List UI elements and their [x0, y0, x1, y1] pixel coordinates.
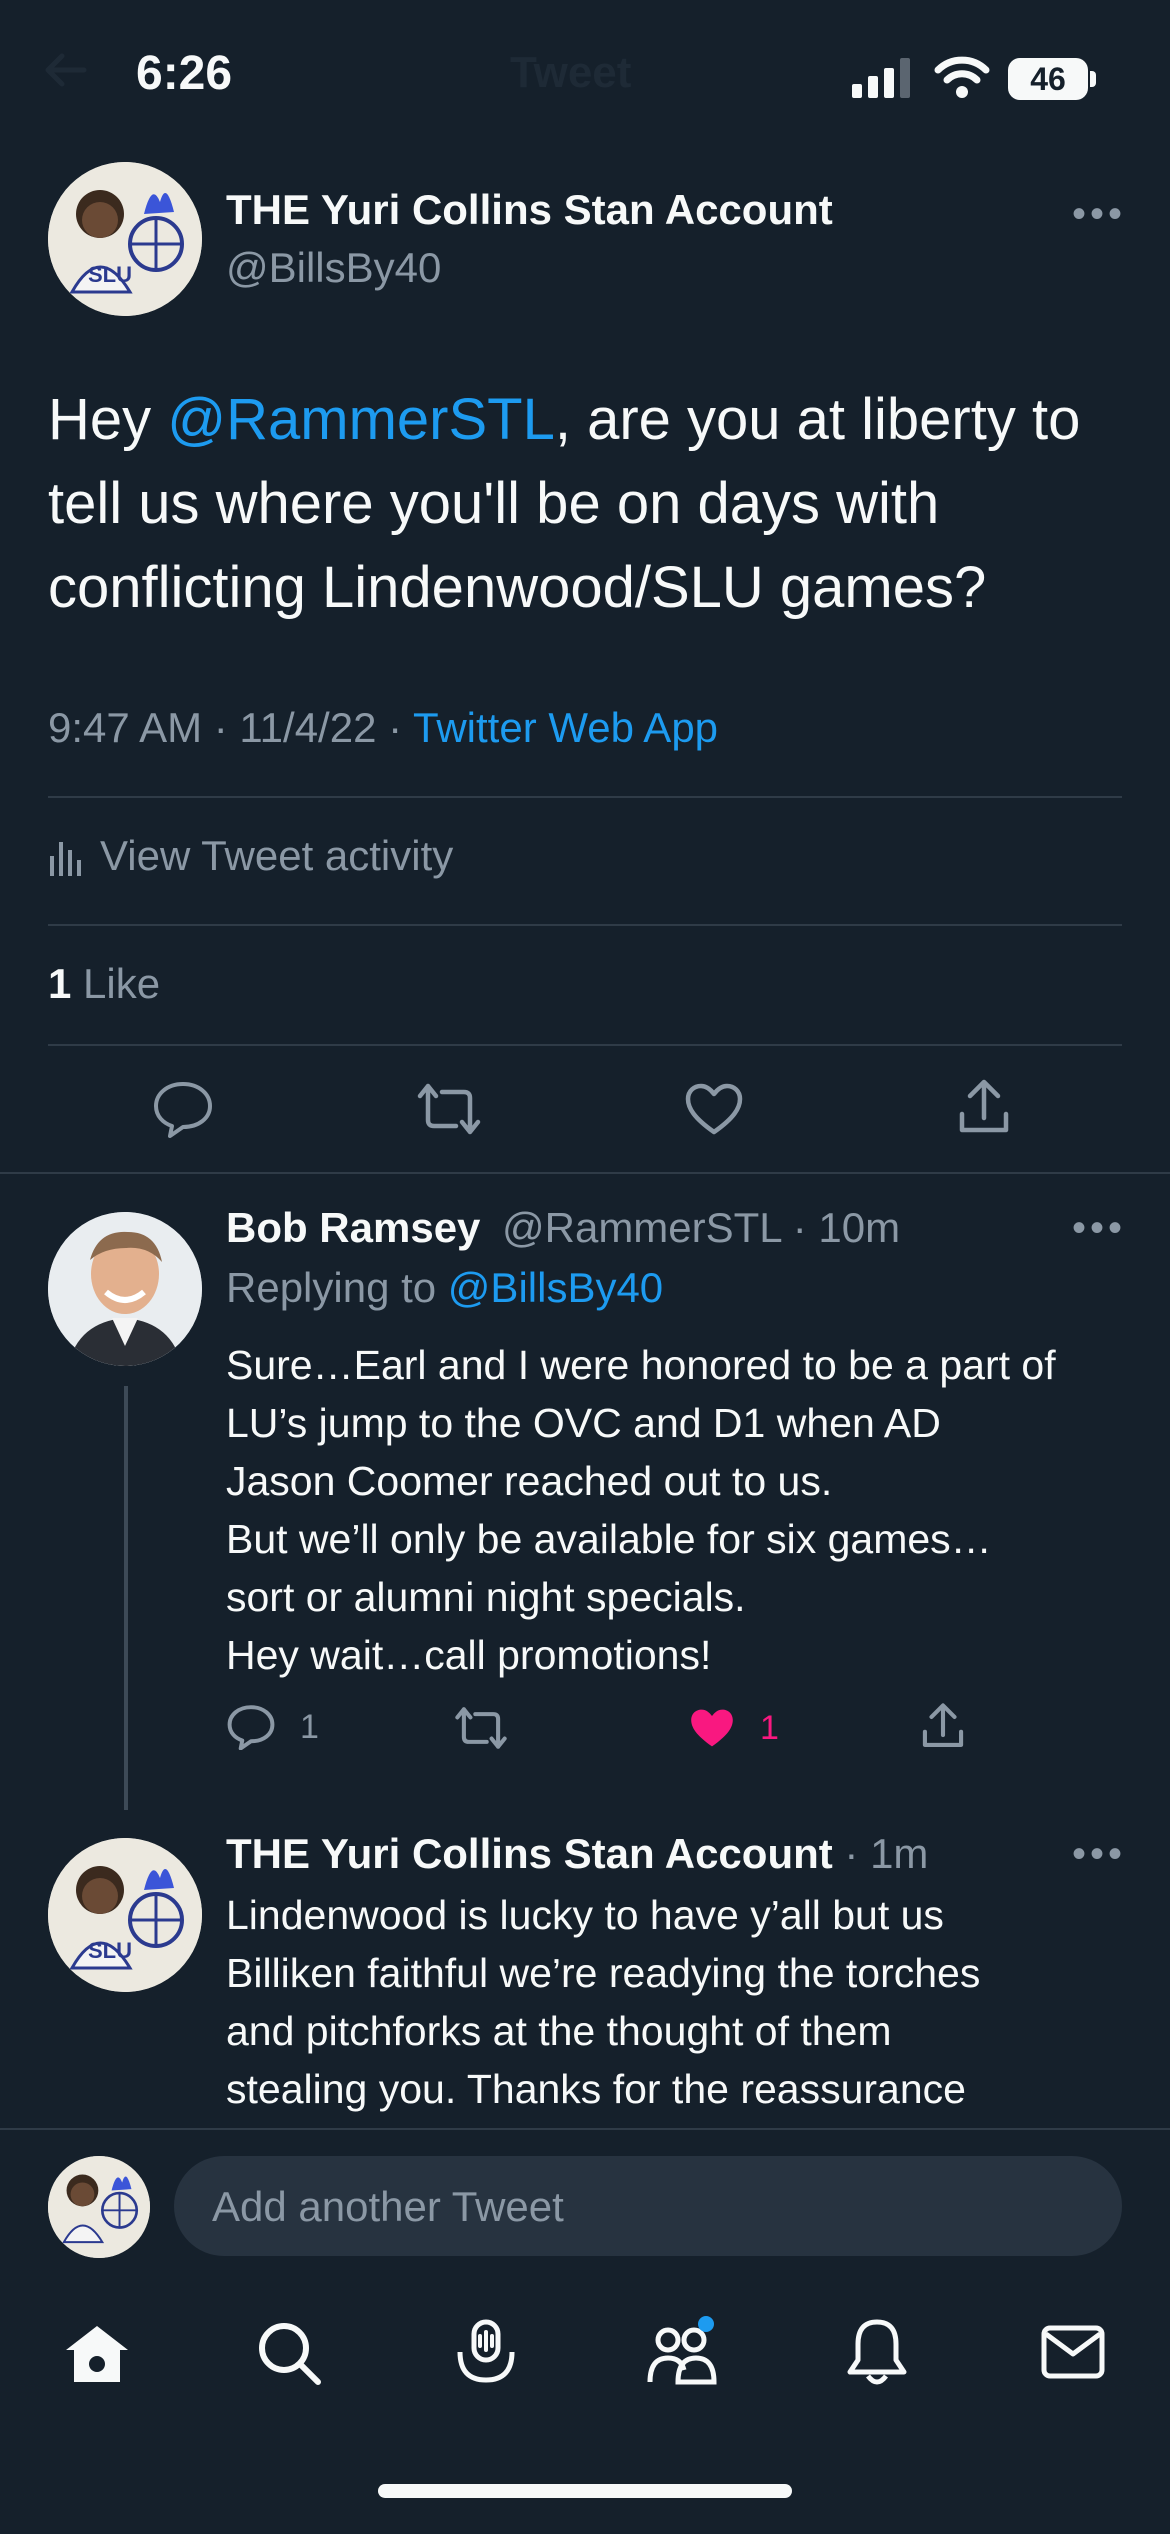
- tweet-text: Hey @RammerSTL, are you at liberty to te…: [48, 378, 1128, 630]
- tweet-time: 9:47 AM · 11/4/22 ·: [48, 704, 413, 751]
- reply-text-line: Sure…Earl and I were honored to be a par…: [226, 1342, 1056, 1388]
- reply-handle-time[interactable]: @RammerSTL · 10m: [502, 1204, 900, 1252]
- more-options-icon[interactable]: •••: [1072, 1832, 1126, 1877]
- cellular-signal-icon: [852, 58, 912, 98]
- spaces-icon[interactable]: [452, 2318, 520, 2388]
- likes-count-row[interactable]: 1 Like: [48, 960, 160, 1008]
- svg-text:SLU: SLU: [88, 262, 132, 287]
- reply-tweet[interactable]: Bob Ramsey @RammerSTL · 10m ••• Replying…: [0, 1190, 1170, 1810]
- retweet-icon[interactable]: [454, 1706, 508, 1750]
- reply-like-count: 1: [760, 1708, 779, 1747]
- status-time: 6:26: [136, 47, 233, 100]
- author-avatar[interactable]: SLU: [48, 162, 202, 316]
- reply-time: · 1m: [832, 1830, 929, 1877]
- reply-icon: [226, 1704, 276, 1750]
- like-icon[interactable]: [684, 1082, 744, 1136]
- reply-text-line: and pitchforks at the thought of them: [226, 2008, 892, 2054]
- battery-icon: 46: [1008, 58, 1088, 100]
- reply-text-line: Billiken faithful we’re readying the tor…: [226, 1950, 981, 1996]
- battery-tip: [1090, 71, 1096, 87]
- notifications-icon[interactable]: [846, 2318, 908, 2386]
- view-tweet-activity[interactable]: View Tweet activity: [48, 832, 453, 880]
- retweet-icon[interactable]: [416, 1082, 482, 1136]
- replying-to-label: Replying to: [226, 1264, 448, 1311]
- activity-label: View Tweet activity: [100, 832, 454, 879]
- divider: [0, 1172, 1170, 1174]
- reply-text: Lindenwood is lucky to have y’all but us…: [226, 1886, 980, 2118]
- reply-text-line: But we’ll only be available for six game…: [226, 1516, 992, 1562]
- page-title: Tweet: [510, 48, 632, 97]
- reply-text-line: Lindenwood is lucky to have y’all but us: [226, 1892, 944, 1938]
- add-tweet-input[interactable]: [210, 2156, 1094, 2258]
- mention-link[interactable]: @RammerSTL: [167, 387, 555, 452]
- communities-icon[interactable]: [644, 2316, 720, 2388]
- svg-text:SLU: SLU: [88, 1938, 132, 1963]
- reply-text-line: sort or alumni night specials.: [226, 1574, 746, 1620]
- share-icon[interactable]: [920, 1702, 966, 1750]
- messages-icon[interactable]: [1040, 2324, 1106, 2380]
- home-icon[interactable]: [62, 2322, 132, 2386]
- search-icon[interactable]: [256, 2320, 322, 2386]
- author-name[interactable]: THE Yuri Collins Stan Account: [226, 186, 833, 234]
- reply-composer[interactable]: [174, 2156, 1122, 2258]
- share-icon[interactable]: [956, 1078, 1012, 1136]
- reply-count: 1: [300, 1707, 319, 1746]
- more-options-icon[interactable]: •••: [1072, 1206, 1126, 1251]
- reply-avatar[interactable]: [48, 1212, 202, 1366]
- reply-text: Sure…Earl and I were honored to be a par…: [226, 1336, 1056, 1684]
- divider: [48, 924, 1122, 926]
- liked-heart-icon: [688, 1706, 736, 1750]
- wifi-icon: [934, 56, 990, 98]
- back-arrow-icon[interactable]: [40, 50, 88, 90]
- tweet-timestamp: 9:47 AM · 11/4/22 · Twitter Web App: [48, 704, 718, 752]
- divider: [48, 796, 1122, 798]
- reply-tweet[interactable]: SLU THE Yuri Collins Stan Account · 1m •…: [0, 1818, 1170, 2130]
- reply-avatar[interactable]: SLU: [48, 1838, 202, 1992]
- tweet-text-start: Hey: [48, 387, 168, 452]
- reply-author-name[interactable]: THE Yuri Collins Stan Account: [226, 1830, 833, 1877]
- reply-text-line: Hey wait…call promotions!: [226, 1632, 712, 1678]
- thread-line: [124, 1386, 128, 1810]
- reply-author-name[interactable]: Bob Ramsey: [226, 1204, 480, 1252]
- activity-chart-icon: [48, 836, 84, 876]
- home-indicator[interactable]: [378, 2484, 792, 2498]
- replying-to-link[interactable]: @BillsBy40: [448, 1264, 663, 1311]
- like-label: Like: [71, 960, 161, 1007]
- composer-avatar: [48, 2156, 150, 2258]
- reply-text-line: Jason Coomer reached out to us.: [226, 1458, 833, 1504]
- tweet-source-link[interactable]: Twitter Web App: [413, 704, 718, 751]
- more-options-icon[interactable]: •••: [1072, 192, 1126, 237]
- divider: [48, 1044, 1122, 1046]
- like-action[interactable]: 1: [688, 1706, 779, 1750]
- reply-text-line: LU’s jump to the OVC and D1 when AD: [226, 1400, 941, 1446]
- reply-text-line: stealing you. Thanks for the reassurance: [226, 2066, 966, 2112]
- replying-to: Replying to @BillsBy40: [226, 1264, 663, 1312]
- like-count: 1: [48, 960, 72, 1007]
- author-handle[interactable]: @BillsBy40: [226, 244, 441, 292]
- reply-icon[interactable]: [152, 1080, 214, 1138]
- reply-header[interactable]: THE Yuri Collins Stan Account · 1m: [226, 1830, 928, 1878]
- reply-action[interactable]: 1: [226, 1704, 319, 1750]
